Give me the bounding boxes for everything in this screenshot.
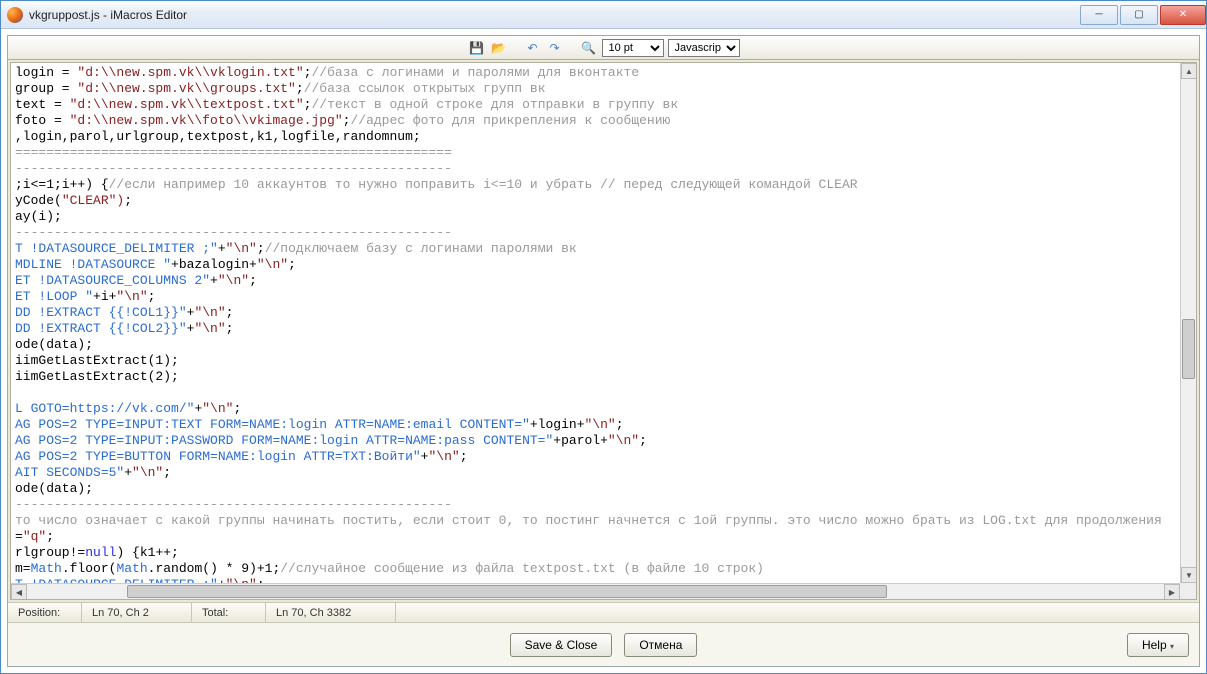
horizontal-scrollbar[interactable]: ◀ ▶ [11,583,1180,599]
minimize-button[interactable]: ─ [1080,5,1118,25]
vertical-scrollbar[interactable]: ▲ ▼ [1180,63,1196,583]
scroll-right-arrow[interactable]: ▶ [1164,584,1180,600]
scroll-up-arrow[interactable]: ▲ [1181,63,1197,79]
toolbar: 💾 📂 ↶ ↷ 🔍 10 pt Javascript [8,36,1199,60]
scroll-thumb-vertical[interactable] [1182,319,1195,379]
maximize-button[interactable]: ▢ [1120,5,1158,25]
status-total-label: Total: [192,603,266,622]
status-position-label: Position: [8,603,82,622]
open-icon[interactable]: 📂 [490,39,508,57]
close-button[interactable]: ✕ [1160,5,1206,25]
status-position-value: Ln 70, Ch 2 [82,603,192,622]
status-bar: Position: Ln 70, Ch 2 Total: Ln 70, Ch 3… [8,602,1199,622]
scroll-corner [1180,583,1196,599]
save-icon[interactable]: 💾 [468,39,486,57]
find-icon[interactable]: 🔍 [580,39,598,57]
status-total-value: Ln 70, Ch 3382 [266,603,396,622]
scroll-down-arrow[interactable]: ▼ [1181,567,1197,583]
chevron-down-icon: ▾ [1170,642,1174,651]
footer: Save & Close Отмена Help ▾ [8,622,1199,666]
cancel-button[interactable]: Отмена [624,633,697,657]
redo-icon[interactable]: ↷ [546,39,564,57]
fontsize-select[interactable]: 10 pt [602,39,664,57]
editor-area[interactable]: login = "d:\\new.spm.vk\\vklogin.txt";//… [10,62,1197,600]
code-pane[interactable]: login = "d:\\new.spm.vk\\vklogin.txt";//… [11,63,1180,583]
language-select[interactable]: Javascript [668,39,740,57]
title-bar: vkgruppost.js - iMacros Editor ─ ▢ ✕ [1,1,1206,29]
scroll-left-arrow[interactable]: ◀ [11,584,27,600]
firefox-icon [7,7,23,23]
undo-icon[interactable]: ↶ [524,39,542,57]
window-title: vkgruppost.js - iMacros Editor [29,8,1078,22]
help-button[interactable]: Help ▾ [1127,633,1189,657]
save-close-button[interactable]: Save & Close [510,633,613,657]
scroll-thumb-horizontal[interactable] [127,585,887,598]
